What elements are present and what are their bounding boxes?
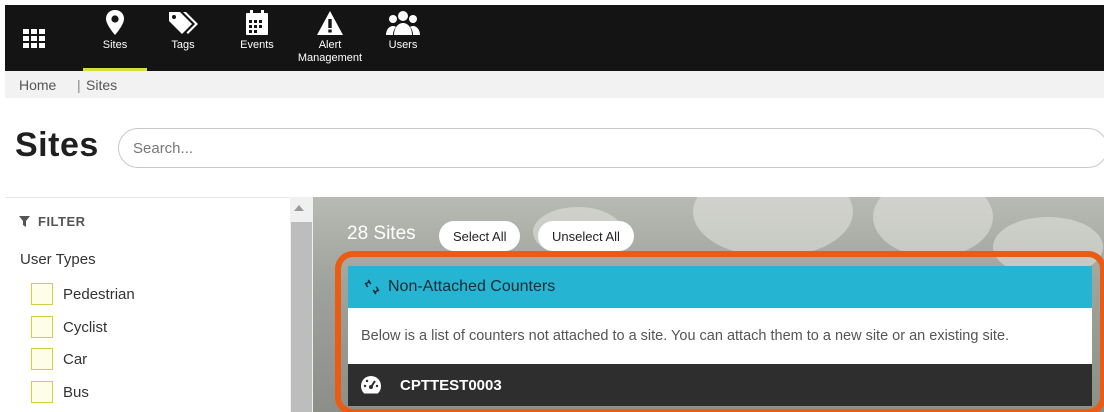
unlink-icon (364, 279, 380, 295)
counter-name: CPTTEST0003 (400, 376, 502, 394)
filter-option-label: Pedestrian (63, 285, 135, 303)
warning-icon (293, 9, 367, 39)
sites-count: 28 Sites (347, 223, 416, 244)
filter-option-car[interactable]: Car (31, 347, 87, 371)
nav-tags[interactable]: Tags (153, 5, 213, 71)
nav-tags-label: Tags (171, 39, 195, 51)
filter-heading-label: FILTER (38, 214, 86, 229)
non-attached-counters-header[interactable]: Non-Attached Counters (348, 266, 1092, 308)
filter-option-label: Cyclist (63, 318, 108, 336)
non-attached-counters-title: Non-Attached Counters (388, 278, 556, 295)
scrollbar-thumb[interactable] (291, 222, 312, 412)
top-nav-bar: Sites Tags Events Alert Management Users (5, 5, 1104, 71)
nav-events-label: Events (240, 39, 274, 51)
scroll-up-arrow-icon[interactable] (294, 205, 304, 211)
checkbox[interactable] (31, 381, 53, 403)
checkbox[interactable] (31, 283, 53, 305)
tags-icon (153, 9, 213, 39)
map-pin-icon (83, 9, 147, 39)
nav-sites-label: Sites (102, 39, 128, 51)
nav-alert-management[interactable]: Alert Management (293, 5, 367, 71)
breadcrumb-current: Sites (86, 77, 118, 93)
nav-events[interactable]: Events (225, 5, 289, 71)
filter-icon (19, 216, 30, 227)
filter-option-label: Bus (63, 383, 89, 401)
filter-option-label: Car (63, 350, 88, 368)
select-all-button[interactable]: Select All (439, 221, 521, 251)
breadcrumb-home[interactable]: Home (19, 77, 56, 93)
nav-alert-label: Alert (318, 39, 342, 51)
user-types-label: User Types (20, 251, 96, 268)
filter-option-bus[interactable]: Bus (31, 380, 89, 404)
filter-panel: FILTER User Types Pedestrian Cyclist Car… (5, 197, 290, 412)
nav-users-label: Users (388, 39, 418, 51)
apps-menu-button[interactable] (5, 5, 63, 71)
filter-option-pedestrian[interactable]: Pedestrian (31, 282, 135, 306)
breadcrumb-separator: | (77, 77, 81, 93)
speedometer-icon (361, 376, 382, 394)
nav-sites[interactable]: Sites (83, 5, 147, 71)
unselect-all-button[interactable]: Unselect All (538, 221, 634, 251)
breadcrumb: Home | Sites (5, 71, 1104, 98)
filter-heading[interactable]: FILTER (19, 214, 86, 229)
apps-grid-icon (23, 28, 45, 48)
search-input[interactable] (118, 128, 1104, 168)
page-title: Sites (15, 126, 99, 164)
filter-option-cyclist[interactable]: Cyclist (31, 315, 107, 339)
users-icon (375, 9, 431, 39)
counter-item[interactable]: CPTTEST0003 (348, 364, 1092, 406)
checkbox[interactable] (31, 316, 53, 338)
non-attached-description: Below is a list of counters not attached… (348, 308, 1092, 364)
nav-management-label: Management (297, 52, 363, 64)
nav-users[interactable]: Users (375, 5, 431, 71)
checkbox[interactable] (31, 348, 53, 370)
calendar-icon (225, 9, 289, 39)
